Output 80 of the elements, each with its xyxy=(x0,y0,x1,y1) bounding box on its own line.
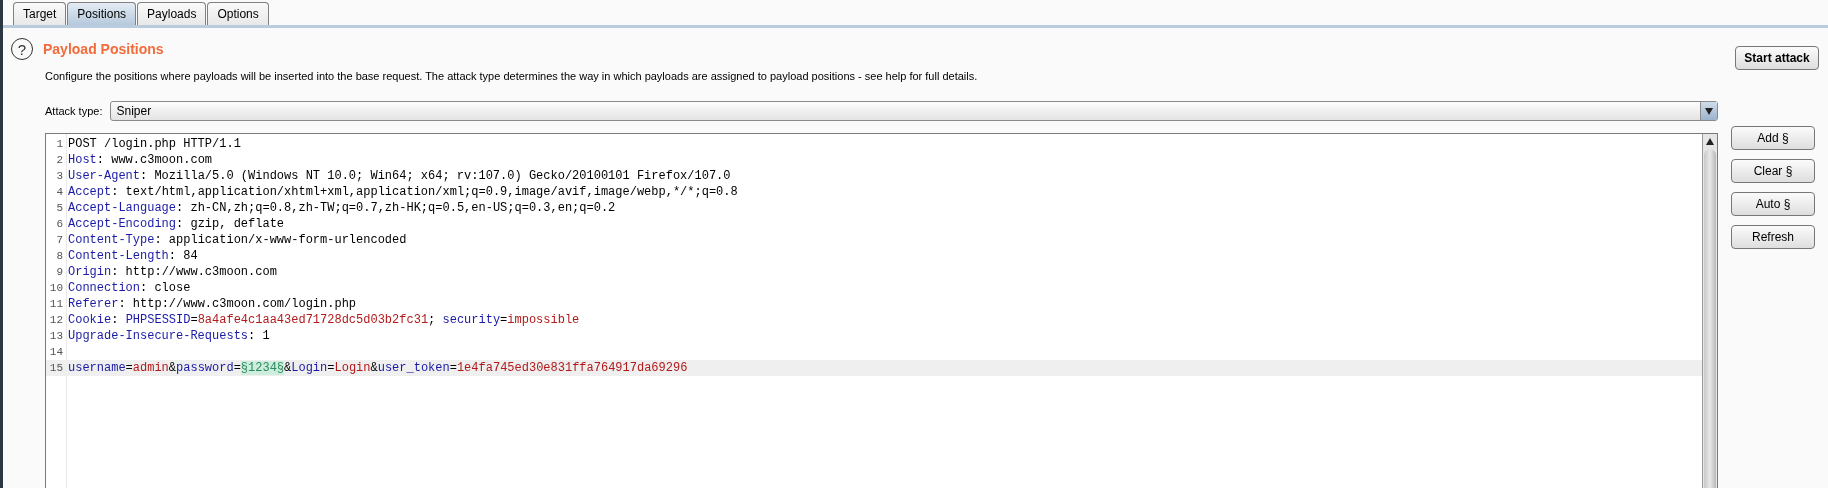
line-number: 13 xyxy=(48,329,64,344)
code-text: : xyxy=(111,313,120,327)
code-text: = xyxy=(500,313,508,327)
editor-action-button[interactable]: Clear § xyxy=(1731,159,1815,183)
scroll-up-icon[interactable] xyxy=(1706,138,1714,145)
code-key: Accept xyxy=(68,185,112,199)
line-number: 8 xyxy=(55,249,64,264)
code-text: : http://www.c3moon.com/login.php xyxy=(118,297,357,311)
code-text: = xyxy=(327,361,335,375)
code-text: ; xyxy=(428,313,437,327)
code-key: Accept-Language xyxy=(68,201,177,215)
line-number: 10 xyxy=(48,281,64,296)
tab[interactable]: Payloads xyxy=(137,2,207,25)
code-key: Content-Type xyxy=(68,233,155,247)
code-key: Host xyxy=(68,153,97,167)
code-text: POST /login.php HTTP/1.1 xyxy=(68,137,241,151)
code-key: Origin xyxy=(68,265,112,279)
code-text: & xyxy=(370,361,378,375)
line-number: 7 xyxy=(55,233,64,248)
code-key: Cookie xyxy=(68,313,112,327)
code-text: & xyxy=(284,361,292,375)
code-text: : 84 xyxy=(168,249,198,263)
line-number: 15 xyxy=(48,361,64,376)
code-value: 8a4afe4c1aa43ed71728dc5d03b2fc31 xyxy=(197,313,429,327)
code-key: PHPSESSID xyxy=(125,313,191,327)
code-key: user_token xyxy=(377,361,450,375)
tab[interactable]: Options xyxy=(207,2,269,25)
payload-marker: §1234§ xyxy=(240,361,285,375)
dropdown-arrow-icon xyxy=(1705,107,1713,115)
line-number: 11 xyxy=(48,297,64,312)
code-key: security xyxy=(442,313,501,327)
editor-action-button[interactable]: Add § xyxy=(1731,126,1815,150)
code-text: : application/x-www-form-urlencoded xyxy=(154,233,407,247)
scrollbar[interactable] xyxy=(1702,134,1717,488)
code-text: : 1 xyxy=(248,329,270,343)
line-number: 3 xyxy=(55,169,64,184)
editor-action-button[interactable]: Auto § xyxy=(1731,192,1815,216)
code-key: Upgrade-Insecure-Requests xyxy=(68,329,249,343)
code-key: Content-Length xyxy=(68,249,169,263)
code-text: : text/html,application/xhtml+xml,application/xml;q=0.9,image/avif,image/webp,*/*;q=0.8 xyxy=(111,185,738,199)
code-text: = xyxy=(449,361,457,375)
request-editor[interactable] xyxy=(45,133,1718,488)
section-title: Payload Positions xyxy=(43,41,164,57)
code-value: Login xyxy=(334,361,371,375)
line-number: 1 xyxy=(55,137,64,152)
line-number: 4 xyxy=(55,185,64,200)
code-text: = xyxy=(190,313,198,327)
start-attack-button[interactable]: Start attack xyxy=(1735,46,1819,70)
line-number: 5 xyxy=(55,201,64,216)
line-number: 6 xyxy=(55,217,64,232)
code-text: : www.c3moon.com xyxy=(96,153,213,167)
code-key: username xyxy=(68,361,126,375)
line-number: 9 xyxy=(55,265,64,280)
code-key: Accept-Encoding xyxy=(68,217,177,231)
code-text: & xyxy=(168,361,177,375)
code-text: = xyxy=(125,361,133,375)
editor-action-button[interactable]: Refresh xyxy=(1731,225,1815,249)
code-text: : gzip, deflate xyxy=(176,217,285,231)
code-text: = xyxy=(233,361,241,375)
code-key: password xyxy=(176,361,234,375)
code-text: : http://www.c3moon.com xyxy=(111,265,277,279)
attack-type-dropdown[interactable]: Sniper xyxy=(110,101,1718,121)
line-number: 2 xyxy=(55,153,64,168)
code-key: Referer xyxy=(68,297,119,311)
code-text: : Mozilla/5.0 (Windows NT 10.0; Win64; x64; rv:107.0) Gecko/20100101 Firefox/107.0 xyxy=(140,169,731,183)
code-value: impossible xyxy=(507,313,580,327)
code-key: Connection xyxy=(68,281,140,295)
code-text: : zh-CN,zh;q=0.8,zh-TW;q=0.7,zh-HK;q=0.5,en-US;q=0.3,en;q=0.2 xyxy=(176,201,616,215)
code-key: User-Agent xyxy=(68,169,140,183)
line-number: 14 xyxy=(48,345,64,360)
tab[interactable]: Positions xyxy=(67,2,137,25)
code-value: 1e4fa745ed30e831ffa764917da69296 xyxy=(456,361,688,375)
description-text: Configure the positions where payloads will be inserted into the base request. The attack type determines the way in which payloads are assigned to payload positions - see help for full details. xyxy=(45,70,979,82)
code-value: admin xyxy=(132,361,169,375)
tab[interactable]: Target xyxy=(13,2,67,25)
line-number: 12 xyxy=(48,313,64,328)
code-text: : close xyxy=(140,281,191,295)
code-key: Login xyxy=(291,361,328,375)
scrollbar-thumb[interactable] xyxy=(1704,149,1716,488)
attack-type-label: Attack type: xyxy=(45,105,103,117)
